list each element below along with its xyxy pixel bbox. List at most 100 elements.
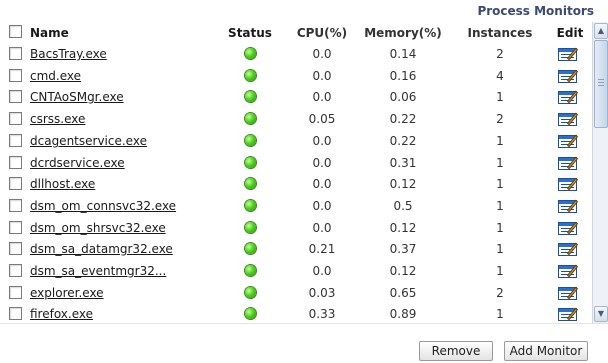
edit-cell bbox=[552, 130, 588, 152]
edit-icon[interactable] bbox=[558, 88, 582, 104]
process-name-link[interactable]: dcagentservice.exe bbox=[30, 134, 147, 148]
row-checkbox[interactable] bbox=[9, 177, 22, 190]
process-name-link[interactable]: CNTAoSMgr.exe bbox=[30, 90, 124, 104]
memory-cell: 0.12 bbox=[389, 221, 417, 235]
row-checkbox[interactable] bbox=[9, 112, 22, 125]
process-name-link[interactable]: dsm_om_connsvc32.exe bbox=[30, 199, 176, 213]
edit-cell bbox=[552, 108, 588, 130]
table-row: dcrdservice.exe 0.0 0.31 1 bbox=[0, 152, 592, 174]
status-ok-icon bbox=[244, 157, 256, 168]
status-cell bbox=[222, 65, 278, 87]
column-header-memory[interactable]: Memory(%) bbox=[360, 22, 446, 44]
process-name-link[interactable]: BacsTray.exe bbox=[30, 47, 107, 61]
edit-icon[interactable] bbox=[558, 219, 582, 235]
status-cell bbox=[222, 217, 278, 239]
row-checkbox[interactable] bbox=[9, 264, 22, 277]
status-cell bbox=[222, 303, 278, 322]
row-checkbox[interactable] bbox=[9, 134, 22, 147]
row-checkbox[interactable] bbox=[9, 307, 22, 320]
cpu-cell: 0.0 bbox=[312, 90, 332, 104]
table-row: dsm_om_shrsvc32.exe 0.0 0.12 1 bbox=[0, 217, 592, 239]
process-name-cell: CNTAoSMgr.exe bbox=[30, 86, 220, 108]
vertical-scrollbar[interactable]: ▲ ▼ bbox=[592, 22, 608, 323]
row-checkbox[interactable] bbox=[9, 221, 22, 234]
edit-cell bbox=[552, 173, 588, 195]
scroll-thumb[interactable] bbox=[594, 40, 608, 128]
process-name-cell: dsm_om_shrsvc32.exe bbox=[30, 217, 220, 239]
edit-icon[interactable] bbox=[558, 45, 582, 61]
scroll-up-button[interactable]: ▲ bbox=[594, 23, 608, 39]
row-checkbox[interactable] bbox=[9, 90, 22, 103]
process-name-link[interactable]: dllhost.exe bbox=[30, 177, 95, 191]
row-checkbox[interactable] bbox=[9, 242, 22, 255]
process-name-cell: dcagentservice.exe bbox=[30, 130, 220, 152]
select-all-checkbox[interactable] bbox=[9, 25, 22, 38]
edit-icon[interactable] bbox=[558, 284, 582, 300]
table-row: dcagentservice.exe 0.0 0.22 1 bbox=[0, 130, 592, 152]
edit-icon[interactable] bbox=[558, 110, 582, 126]
column-header-instances[interactable]: Instances bbox=[462, 22, 538, 44]
process-name-link[interactable]: explorer.exe bbox=[30, 286, 104, 300]
scroll-down-button[interactable]: ▼ bbox=[594, 306, 608, 322]
process-name-link[interactable]: dcrdservice.exe bbox=[30, 156, 125, 170]
process-name-cell: dsm_sa_eventmgr32... bbox=[30, 260, 220, 282]
edit-icon[interactable] bbox=[558, 175, 582, 191]
edit-icon[interactable] bbox=[558, 197, 582, 213]
process-monitors-panel: Process Monitors Name Status CPU(%) Memo… bbox=[0, 0, 608, 363]
edit-cell bbox=[552, 152, 588, 174]
status-ok-icon bbox=[244, 308, 256, 319]
edit-icon[interactable] bbox=[558, 305, 582, 321]
process-name-link[interactable]: dsm_sa_datamgr32.exe bbox=[30, 242, 173, 256]
row-checkbox[interactable] bbox=[9, 286, 22, 299]
column-header-name[interactable]: Name bbox=[30, 22, 220, 44]
remove-button[interactable]: Remove bbox=[419, 341, 493, 361]
cpu-cell: 0.21 bbox=[308, 242, 336, 256]
status-ok-icon bbox=[244, 287, 256, 298]
cpu-cell: 0.0 bbox=[312, 221, 332, 235]
process-name-cell: dllhost.exe bbox=[30, 173, 220, 195]
table-row: csrss.exe 0.05 0.22 2 bbox=[0, 108, 592, 130]
process-name-cell: cmd.exe bbox=[30, 65, 220, 87]
row-checkbox[interactable] bbox=[9, 156, 22, 169]
row-checkbox[interactable] bbox=[9, 47, 22, 60]
row-checkbox[interactable] bbox=[9, 199, 22, 212]
table-row: BacsTray.exe 0.0 0.14 2 bbox=[0, 43, 592, 65]
edit-icon[interactable] bbox=[558, 154, 582, 170]
edit-icon[interactable] bbox=[558, 240, 582, 256]
instances-cell: 2 bbox=[496, 112, 504, 126]
edit-cell bbox=[552, 65, 588, 87]
status-cell bbox=[222, 260, 278, 282]
cpu-cell: 0.03 bbox=[308, 286, 336, 300]
process-name-cell: csrss.exe bbox=[30, 108, 220, 130]
table-row: dsm_sa_datamgr32.exe 0.21 0.37 1 bbox=[0, 238, 592, 260]
edit-icon[interactable] bbox=[558, 67, 582, 83]
process-name-link[interactable]: dsm_om_shrsvc32.exe bbox=[30, 221, 166, 235]
process-name-link[interactable]: dsm_sa_eventmgr32... bbox=[30, 264, 166, 278]
row-checkbox[interactable] bbox=[9, 69, 22, 82]
edit-cell bbox=[552, 238, 588, 260]
instances-cell: 2 bbox=[496, 286, 504, 300]
status-ok-icon bbox=[244, 48, 256, 59]
column-header-cpu[interactable]: CPU(%) bbox=[284, 22, 360, 44]
cpu-cell: 0.0 bbox=[312, 134, 332, 148]
process-name-link[interactable]: csrss.exe bbox=[30, 112, 85, 126]
cpu-cell: 0.05 bbox=[308, 112, 336, 126]
memory-cell: 0.89 bbox=[389, 307, 417, 321]
status-ok-icon bbox=[244, 265, 256, 276]
memory-cell: 0.31 bbox=[389, 156, 417, 170]
process-name-link[interactable]: cmd.exe bbox=[30, 69, 81, 83]
memory-cell: 0.22 bbox=[389, 134, 417, 148]
status-ok-icon bbox=[244, 135, 256, 146]
edit-icon[interactable] bbox=[558, 132, 582, 148]
edit-cell bbox=[552, 282, 588, 304]
footer-bar: Remove Add Monitor bbox=[0, 323, 608, 363]
column-header-status[interactable]: Status bbox=[222, 22, 278, 44]
memory-cell: 0.12 bbox=[389, 177, 417, 191]
status-cell bbox=[222, 173, 278, 195]
instances-cell: 1 bbox=[496, 90, 504, 104]
process-name-cell: dsm_sa_datamgr32.exe bbox=[30, 238, 220, 260]
edit-cell bbox=[552, 86, 588, 108]
process-name-link[interactable]: firefox.exe bbox=[30, 307, 93, 321]
edit-icon[interactable] bbox=[558, 262, 582, 278]
add-monitor-button[interactable]: Add Monitor bbox=[504, 341, 588, 361]
